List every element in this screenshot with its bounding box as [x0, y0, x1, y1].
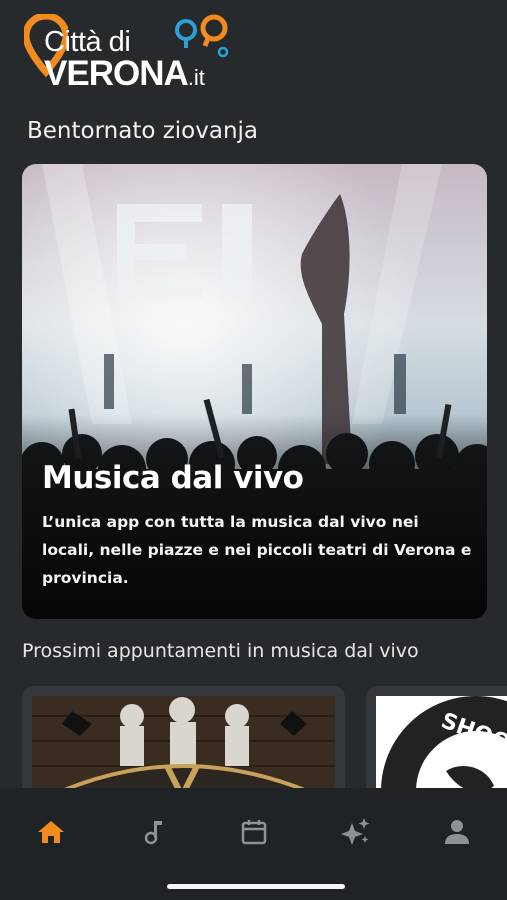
nav-profile[interactable]	[439, 814, 475, 850]
greeting-text: Bentornato ziovanja	[27, 118, 259, 144]
hero-title: Musica dal vivo	[42, 460, 304, 496]
home-indicator[interactable]	[167, 884, 345, 889]
app-logo[interactable]: Città di VERONA.it	[24, 14, 234, 94]
hero-card-live-music[interactable]: Musica dal vivo L’unica app con tutta la…	[22, 164, 487, 619]
nav-music[interactable]	[135, 814, 171, 850]
hero-description: L’unica app con tutta la musica dal vivo…	[42, 513, 472, 587]
sparkles-icon	[341, 818, 370, 845]
music-note-icon	[144, 821, 162, 845]
calendar-icon	[241, 820, 267, 845]
nav-calendar[interactable]	[236, 814, 272, 850]
user-icon	[445, 820, 469, 844]
chat-bubbles-icon	[175, 14, 229, 58]
home-icon	[38, 821, 64, 843]
upcoming-section-title: Prossimi appuntamenti in musica dal vivo	[22, 640, 419, 662]
nav-home[interactable]	[33, 814, 69, 850]
nav-discover[interactable]	[338, 814, 374, 850]
